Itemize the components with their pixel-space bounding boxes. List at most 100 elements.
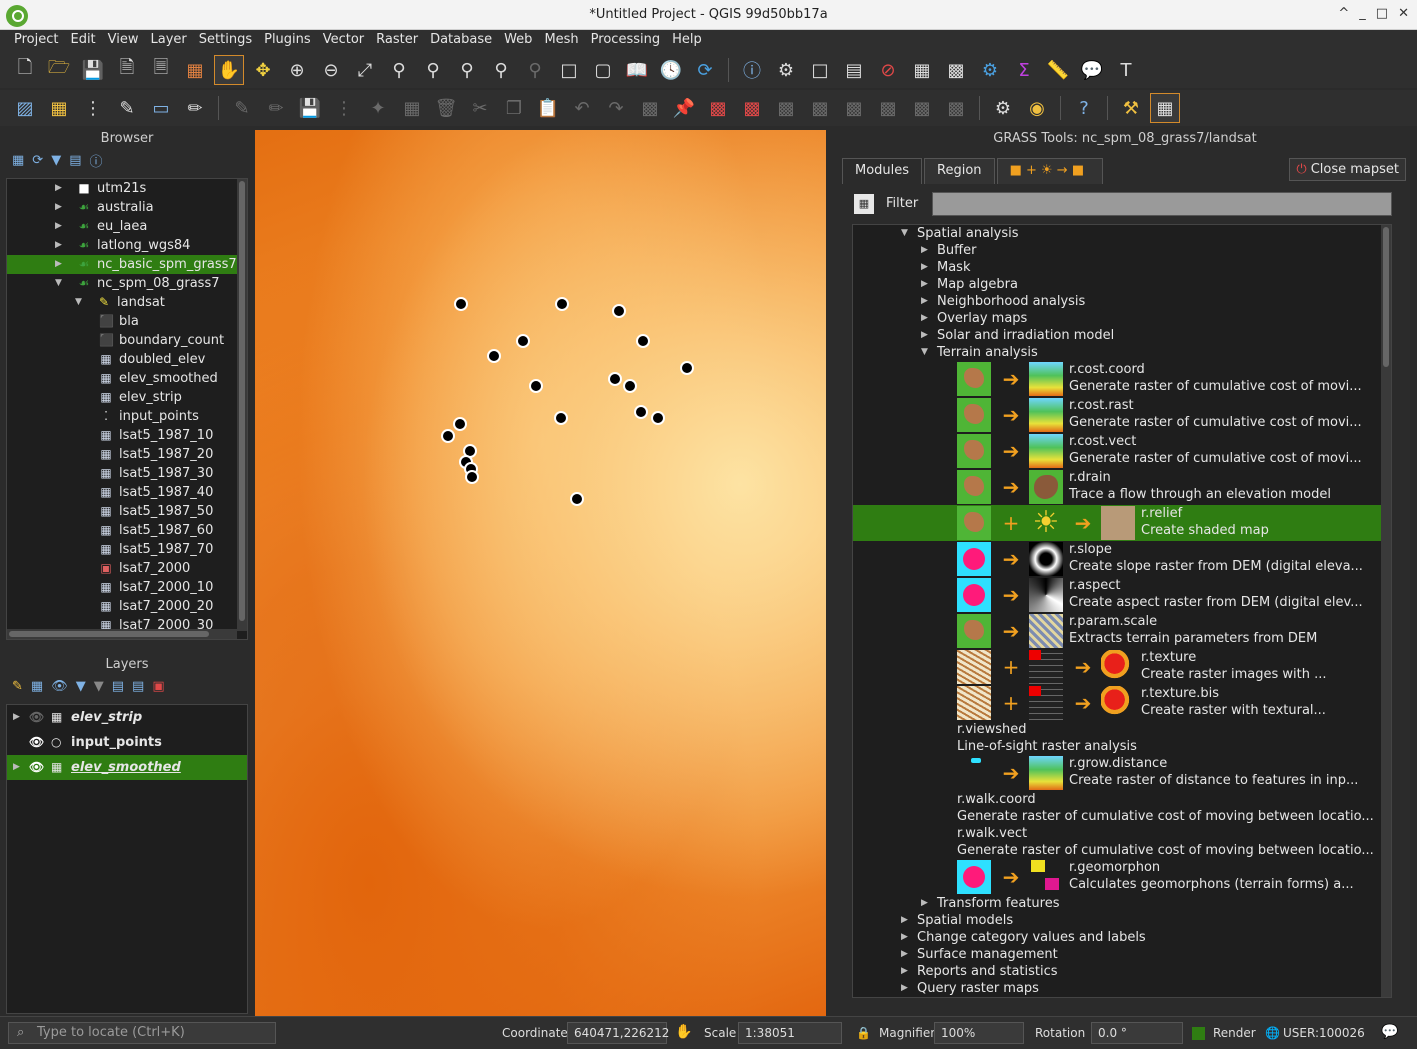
layer-item[interactable]: ▶ 👁 ▦ elev_smoothed — [7, 755, 247, 780]
browser-item[interactable]: ▦ lsat5_1987_30 — [7, 464, 247, 483]
locator-search-input[interactable]: Type to locate (Ctrl+K) — [8, 1022, 276, 1044]
map-point-feature[interactable] — [516, 334, 530, 348]
module-tree-item[interactable]: ▶ Solar and irradiation model — [853, 327, 1381, 344]
module-item[interactable]: ➔ r.geomorphon Calculates geomorphons (ter… — [853, 859, 1381, 895]
menu-plugins[interactable]: Plugins — [258, 30, 317, 52]
pan-to-selection-icon[interactable]: ✥ — [248, 55, 278, 85]
map-tips-icon[interactable]: 💬 — [1077, 55, 1107, 85]
menu-web[interactable]: Web — [498, 30, 538, 52]
zoom-layer-icon[interactable]: ⚲ — [418, 55, 448, 85]
select-by-value-icon[interactable]: ▤ — [839, 55, 869, 85]
measure-line-icon[interactable]: 📏 — [1043, 55, 1073, 85]
browser-item[interactable]: ⬛ boundary_count — [7, 331, 247, 350]
vertex-tool-icon[interactable]: ✦ — [363, 93, 393, 123]
collapsed-arrow-icon[interactable]: ▶ — [901, 915, 908, 925]
temporal-controller-icon[interactable]: 🕓 — [656, 55, 686, 85]
module-tree-item[interactable]: ▶ Transform features — [853, 895, 1381, 912]
collapsed-arrow-icon[interactable]: ▶ — [55, 198, 62, 217]
browser-item[interactable]: ▦ lsat7_2000_20 — [7, 597, 247, 616]
module-tree-item[interactable]: ▶ Reports and statistics — [853, 963, 1381, 980]
zoom-out-icon[interactable]: ⊖ — [316, 55, 346, 85]
toggle-editing-icon[interactable]: ✏ — [261, 93, 291, 123]
module-item[interactable]: ➔ r.grow.distance Create raster of distanc… — [853, 755, 1381, 791]
zoom-native-icon[interactable]: ⚲ — [452, 55, 482, 85]
zoom-last-icon[interactable]: ⚲ — [486, 55, 516, 85]
tab-modules[interactable]: Modules — [842, 158, 923, 184]
map-point-feature[interactable] — [487, 349, 501, 363]
help-icon[interactable]: ? — [1069, 93, 1099, 123]
module-item[interactable]: + ☀ ➔ r.relief Create shaded map — [853, 505, 1381, 541]
map-point-feature[interactable] — [634, 405, 648, 419]
module-item[interactable]: ➔ r.drain Trace a flow through an elevatio… — [853, 469, 1381, 505]
browser-item[interactable]: ▦ elev_smoothed — [7, 369, 247, 388]
collapsed-arrow-icon[interactable]: ▶ — [13, 755, 20, 780]
module-tree-item[interactable]: ▶ Neighborhood analysis — [853, 293, 1381, 310]
add-layer-icon[interactable]: ▦ — [12, 153, 24, 168]
browser-item[interactable]: ▦ lsat5_1987_70 — [7, 540, 247, 559]
module-tree-item[interactable]: r.walk.coord — [853, 791, 1381, 808]
module-tree-item[interactable]: ▶ Buffer — [853, 242, 1381, 259]
module-tree-item[interactable]: Line-of-sight raster analysis — [853, 738, 1381, 755]
processing-toolbox-icon[interactable]: ⚙ — [975, 55, 1005, 85]
layer-labeling-icon[interactable]: ▩ — [703, 93, 733, 123]
browser-item[interactable]: ▦ lsat5_1987_20 — [7, 445, 247, 464]
layer-item[interactable]: 👁 ○ input_points — [7, 730, 247, 755]
grass-tools-icon[interactable]: ⚙ — [988, 93, 1018, 123]
refresh-icon[interactable]: ⟳ — [690, 55, 720, 85]
open-project-icon[interactable]: 🗁 — [44, 55, 74, 85]
crs-button[interactable]: USER:100026 — [1283, 1026, 1365, 1040]
browser-item[interactable]: ▣ lsat7_2000 — [7, 559, 247, 578]
filter-input[interactable] — [932, 192, 1392, 216]
python-console-icon[interactable]: ◉ — [1022, 93, 1052, 123]
modify-attributes-icon[interactable]: ▦ — [397, 93, 427, 123]
identify-features-icon[interactable]: ⓘ — [737, 55, 767, 85]
browser-item[interactable]: ▶ ☙ australia — [7, 198, 247, 217]
expanded-arrow-icon[interactable]: ▼ — [901, 228, 908, 238]
collapsed-arrow-icon[interactable]: ▶ — [921, 313, 928, 323]
tab-region[interactable]: Region — [924, 158, 995, 184]
browser-horizontal-scrollbar[interactable] — [7, 629, 237, 639]
map-point-feature[interactable] — [554, 411, 568, 425]
label-toolbar-icon[interactable]: ▩ — [635, 93, 665, 123]
menu-raster[interactable]: Raster — [370, 30, 424, 52]
browser-item[interactable]: ⁚ input_points — [7, 407, 247, 426]
module-item[interactable]: ➔ r.aspect Create aspect raster from DEM (… — [853, 577, 1381, 613]
menu-project[interactable]: Project — [8, 30, 64, 52]
remove-layer-icon[interactable]: ▣ — [152, 679, 164, 694]
map-point-feature[interactable] — [555, 297, 569, 311]
collapsed-arrow-icon[interactable]: ▶ — [921, 262, 928, 272]
collapsed-arrow-icon[interactable]: ▶ — [901, 932, 908, 942]
new-virtual-layer-icon[interactable]: ▭ — [146, 93, 176, 123]
map-point-feature[interactable] — [623, 379, 637, 393]
filter-by-expression-icon[interactable]: ▼ — [94, 679, 104, 694]
collapse-all-icon[interactable]: ▤ — [69, 153, 81, 168]
menu-view[interactable]: View — [102, 30, 145, 52]
browser-vertical-scrollbar[interactable] — [237, 179, 247, 631]
map-point-feature[interactable] — [570, 492, 584, 506]
browser-item[interactable]: ▦ lsat5_1987_60 — [7, 521, 247, 540]
coordinate-input[interactable]: 640471,226212 — [567, 1022, 669, 1044]
map-point-feature[interactable] — [680, 361, 694, 375]
expanded-arrow-icon[interactable]: ▼ — [75, 293, 82, 312]
collapsed-arrow-icon[interactable]: ▶ — [921, 279, 928, 289]
deselect-all-icon[interactable]: ⊘ — [873, 55, 903, 85]
collapsed-arrow-icon[interactable]: ▶ — [55, 217, 62, 236]
map-point-feature[interactable] — [529, 379, 543, 393]
new-3d-view-icon[interactable]: ▢ — [588, 55, 618, 85]
module-tree-item[interactable]: ▶ Surface management — [853, 946, 1381, 963]
messages-icon[interactable]: 💬 — [1381, 1024, 1398, 1040]
new-scratch-layer-icon[interactable]: ✎ — [112, 93, 142, 123]
attribute-table-icon[interactable]: ▦ — [907, 55, 937, 85]
new-map-view-icon[interactable]: □ — [554, 55, 584, 85]
map-point-feature[interactable] — [453, 417, 467, 431]
browser-item[interactable]: ▦ lsat5_1987_40 — [7, 483, 247, 502]
map-point-feature[interactable] — [454, 297, 468, 311]
label-properties-icon[interactable]: ▩ — [907, 93, 937, 123]
rotation-spinbox[interactable]: 0.0 ° — [1091, 1022, 1183, 1044]
filter-legend-icon[interactable]: ▼ — [76, 679, 86, 694]
field-calculator-icon[interactable]: ▩ — [941, 55, 971, 85]
browser-item[interactable]: ⬛ bla — [7, 312, 247, 331]
copy-features-icon[interactable]: ❐ — [499, 93, 529, 123]
expand-all-icon[interactable]: ▤ — [112, 679, 124, 694]
info-icon[interactable]: ⓘ — [90, 151, 103, 170]
